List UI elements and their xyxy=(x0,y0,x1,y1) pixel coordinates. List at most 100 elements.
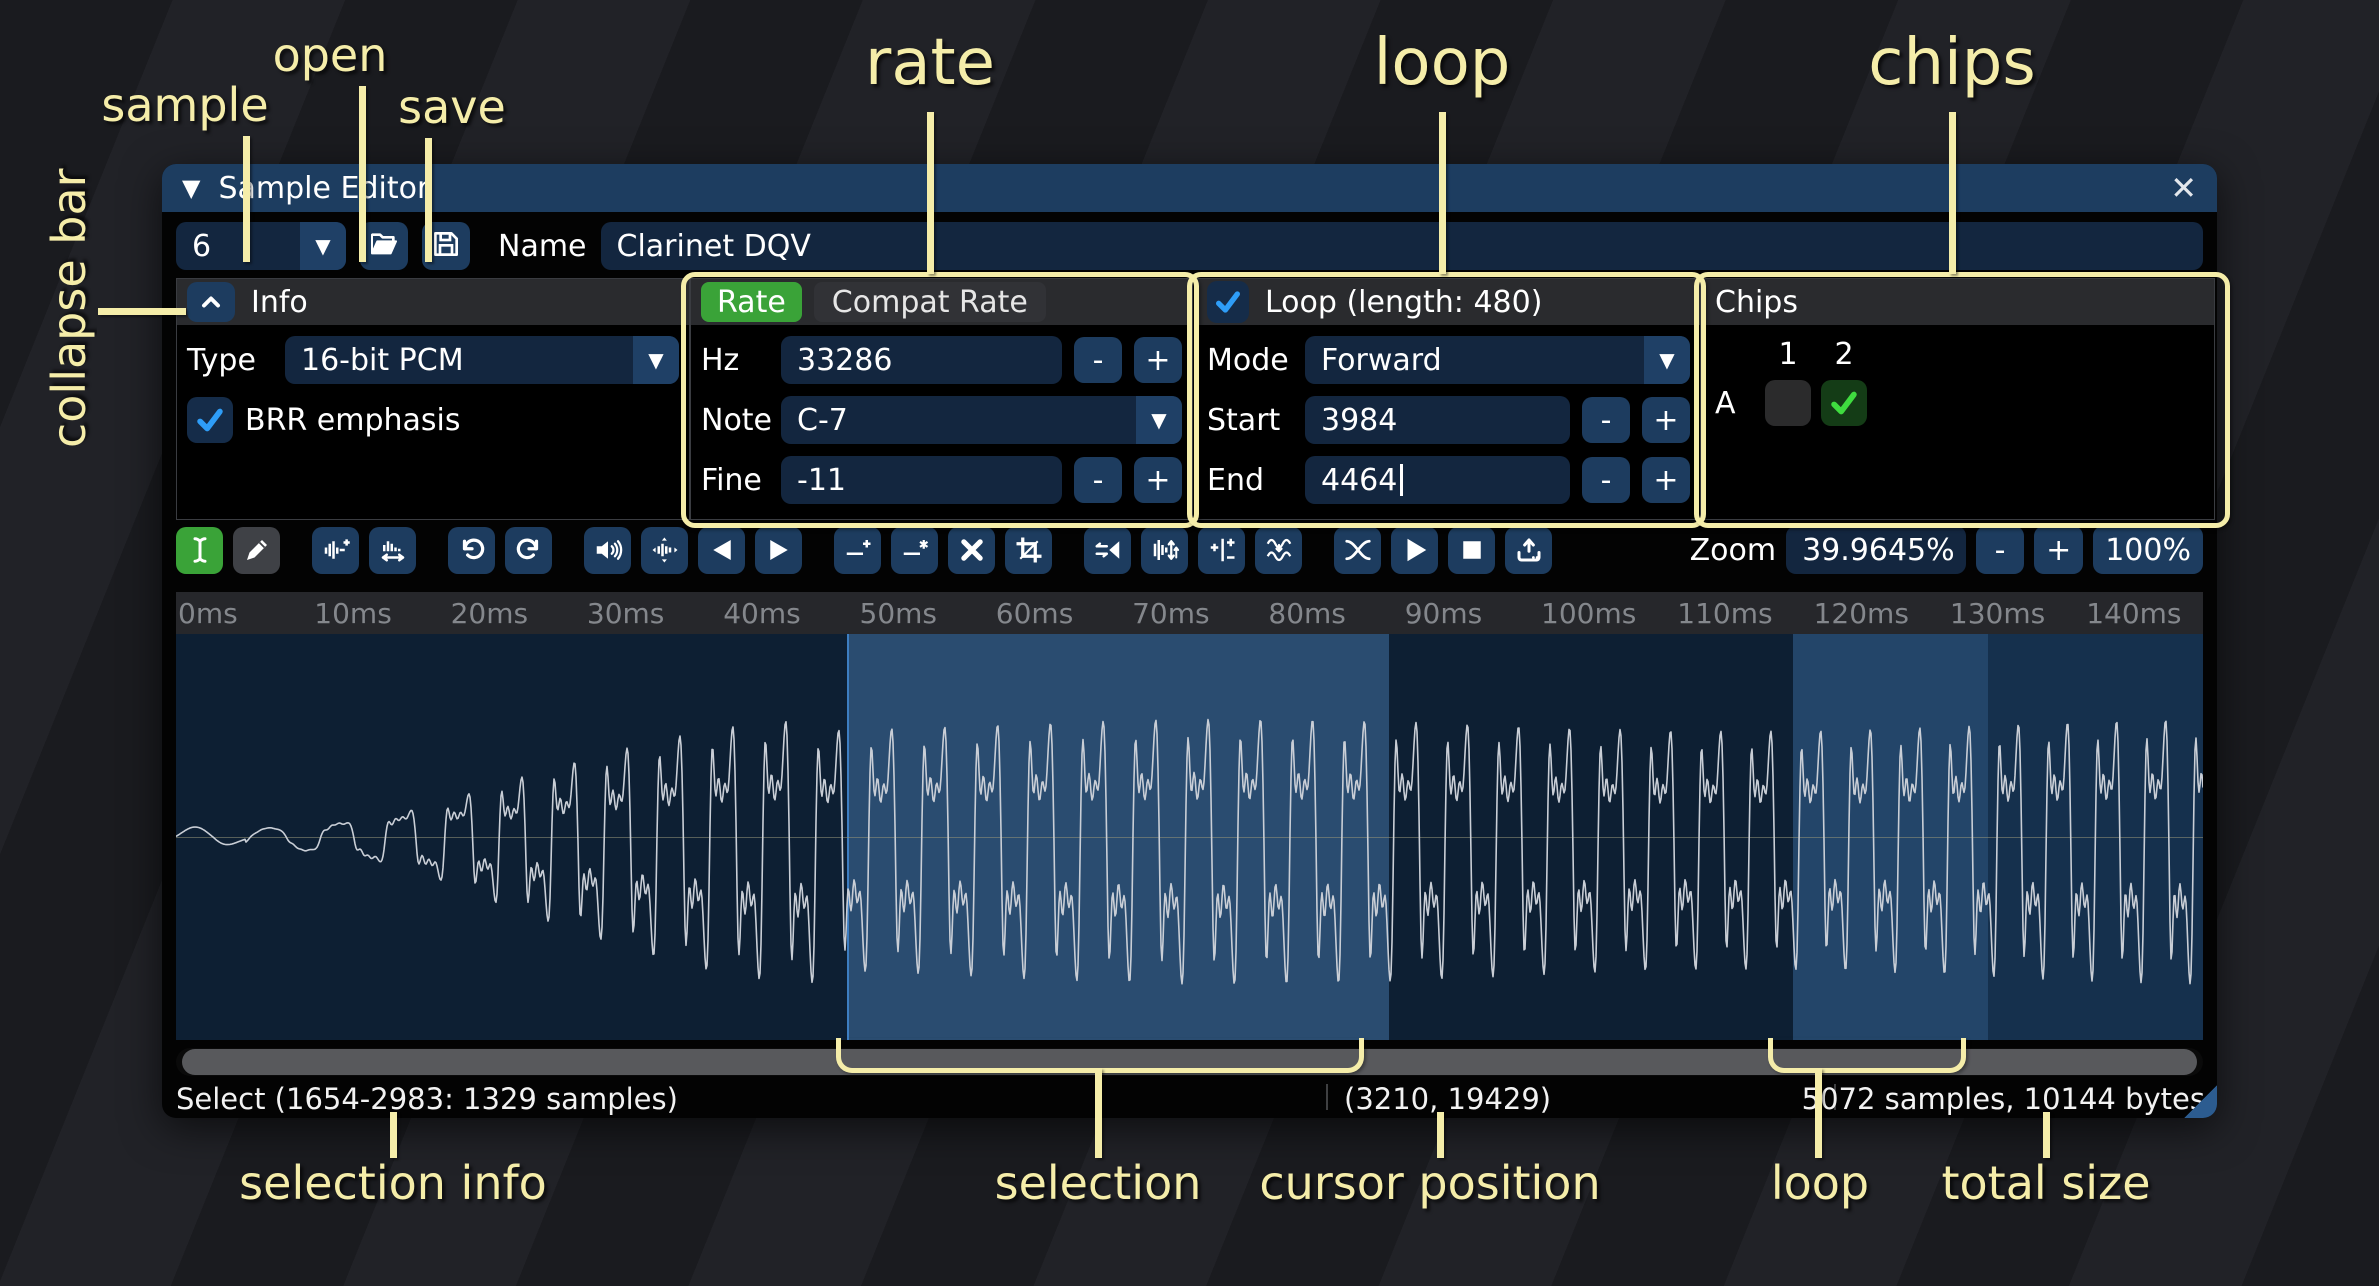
window-collapse-icon[interactable]: ▼ xyxy=(182,174,200,202)
annotation-line-save xyxy=(425,138,432,262)
triangle-right-icon xyxy=(764,535,794,565)
timeline-tick: 20ms xyxy=(451,597,529,630)
type-value: 16-bit PCM xyxy=(285,343,633,378)
undo-button[interactable] xyxy=(448,527,495,574)
annotation-chips: chips xyxy=(1868,26,2036,100)
annotation-open: open xyxy=(273,28,388,82)
resize-button[interactable] xyxy=(312,527,359,574)
total-size-text: 5072 samples, 10144 bytes xyxy=(1802,1082,2205,1116)
window-title: Sample Editor xyxy=(218,171,429,206)
amplify-button[interactable] xyxy=(584,527,631,574)
play-sample-button[interactable] xyxy=(1391,527,1438,574)
pencil-icon xyxy=(242,535,272,565)
reverse-button[interactable] xyxy=(1084,527,1131,574)
timeline-tick: 50ms xyxy=(860,597,938,630)
annotation-bracket-loop xyxy=(1768,1038,1966,1073)
insert-silence-button[interactable] xyxy=(834,527,881,574)
stop-icon xyxy=(1457,535,1487,565)
speaker-icon xyxy=(593,535,623,565)
type-label: Type xyxy=(187,343,273,378)
annotation-line-loop-bottom xyxy=(1815,1068,1822,1158)
zoom-out-button[interactable]: - xyxy=(1976,526,2024,574)
redo-icon xyxy=(514,535,544,565)
timeline-tick: 40ms xyxy=(723,597,801,630)
annotation-line-loop xyxy=(1439,112,1446,274)
resize-grip[interactable] xyxy=(2183,1084,2217,1118)
annotation-save: save xyxy=(398,80,506,134)
sample-toolbar: Zoom 39.9645% - + 100% xyxy=(176,524,2203,576)
cursor-position-text: (3210, 19429) xyxy=(1344,1082,1551,1116)
title-bar[interactable]: ▼ Sample Editor ✕ xyxy=(162,164,2217,212)
line-star-icon xyxy=(900,535,930,565)
timeline-tick: 0ms xyxy=(178,597,238,630)
x-icon xyxy=(958,536,986,564)
chevron-down-icon[interactable]: ▼ xyxy=(300,222,346,270)
zoom-reset-button[interactable]: 100% xyxy=(2093,526,2203,574)
redo-button[interactable] xyxy=(505,527,552,574)
waveform-line xyxy=(176,634,2203,1040)
crossfade-button[interactable] xyxy=(1334,527,1381,574)
annotation-line-selection-info xyxy=(390,1112,397,1158)
waveform-display[interactable] xyxy=(176,634,2203,1040)
triangle-left-icon xyxy=(707,535,737,565)
close-icon[interactable]: ✕ xyxy=(2170,169,2197,207)
make-instrument-button[interactable] xyxy=(1505,527,1552,574)
wave-reverse-icon xyxy=(1093,535,1123,565)
draw-tool-button[interactable] xyxy=(233,527,280,574)
type-select[interactable]: 16-bit PCM ▼ xyxy=(285,336,679,384)
status-divider xyxy=(1326,1084,1328,1110)
brr-emphasis-checkbox[interactable] xyxy=(187,397,233,443)
sign-button[interactable] xyxy=(1198,527,1245,574)
annotation-total-size: total size xyxy=(1942,1156,2151,1210)
fade-out-button[interactable] xyxy=(755,527,802,574)
crossfade-icon xyxy=(1343,535,1373,565)
timeline-tick: 140ms xyxy=(2086,597,2181,630)
annotation-cursor-position: cursor position xyxy=(1259,1156,1600,1210)
annotation-line-collapse-bar xyxy=(98,308,186,315)
plus-minus-sign-icon xyxy=(1207,535,1237,565)
sample-number: 6 xyxy=(176,229,300,264)
screenshot-canvas: ▼ Sample Editor ✕ 6 ▼ Name Clarinet DQV xyxy=(0,0,2379,1286)
fade-in-button[interactable] xyxy=(698,527,745,574)
annotation-loop-bottom: loop xyxy=(1771,1156,1869,1210)
apply-silence-button[interactable] xyxy=(891,527,938,574)
annotation-line-chips xyxy=(1949,112,1956,274)
collapse-panel-button[interactable] xyxy=(187,282,235,322)
timeline-tick: 130ms xyxy=(1950,597,2045,630)
chevron-down-icon: ▼ xyxy=(633,336,679,384)
timeline-tick: 80ms xyxy=(1268,597,1346,630)
chevron-up-icon xyxy=(197,288,225,316)
name-input[interactable]: Clarinet DQV xyxy=(601,222,2203,270)
annotation-box-rate xyxy=(681,272,1199,528)
stop-sample-button[interactable] xyxy=(1448,527,1495,574)
wave-filter-icon xyxy=(1264,535,1294,565)
open-sample-button[interactable] xyxy=(360,222,408,270)
delete-button[interactable] xyxy=(948,527,995,574)
status-bar: Select (1654-2983: 1329 samples) (3210, … xyxy=(162,1080,2217,1118)
invert-button[interactable] xyxy=(1141,527,1188,574)
wave-stretch-icon xyxy=(378,535,408,565)
annotation-sample: sample xyxy=(101,78,268,132)
normalize-button[interactable] xyxy=(641,527,688,574)
zoom-input[interactable]: 39.9645% xyxy=(1786,526,1966,574)
wave-expand-icon xyxy=(650,535,680,565)
brr-emphasis-label: BRR emphasis xyxy=(245,403,461,438)
annotation-line-selection xyxy=(1095,1068,1102,1158)
info-panel: Info Type 16-bit PCM ▼ BRR emphasis xyxy=(176,278,690,520)
wave-invert-icon xyxy=(1150,535,1180,565)
select-tool-button[interactable] xyxy=(176,527,223,574)
annotation-selection-info: selection info xyxy=(239,1156,547,1210)
annotation-loop: loop xyxy=(1374,26,1511,100)
name-label: Name xyxy=(498,229,587,264)
upload-icon xyxy=(1514,535,1544,565)
zoom-in-button[interactable]: + xyxy=(2034,526,2083,574)
timeline-ruler[interactable]: 0ms10ms20ms30ms40ms50ms60ms70ms80ms90ms1… xyxy=(176,592,2203,634)
undo-icon xyxy=(457,535,487,565)
resample-button[interactable] xyxy=(369,527,416,574)
selection-info-text: Select (1654-2983: 1329 samples) xyxy=(176,1082,678,1116)
sample-select[interactable]: 6 ▼ xyxy=(176,222,346,270)
timeline-tick: 90ms xyxy=(1405,597,1483,630)
play-icon xyxy=(1400,535,1430,565)
filter-button[interactable] xyxy=(1255,527,1302,574)
trim-button[interactable] xyxy=(1005,527,1052,574)
